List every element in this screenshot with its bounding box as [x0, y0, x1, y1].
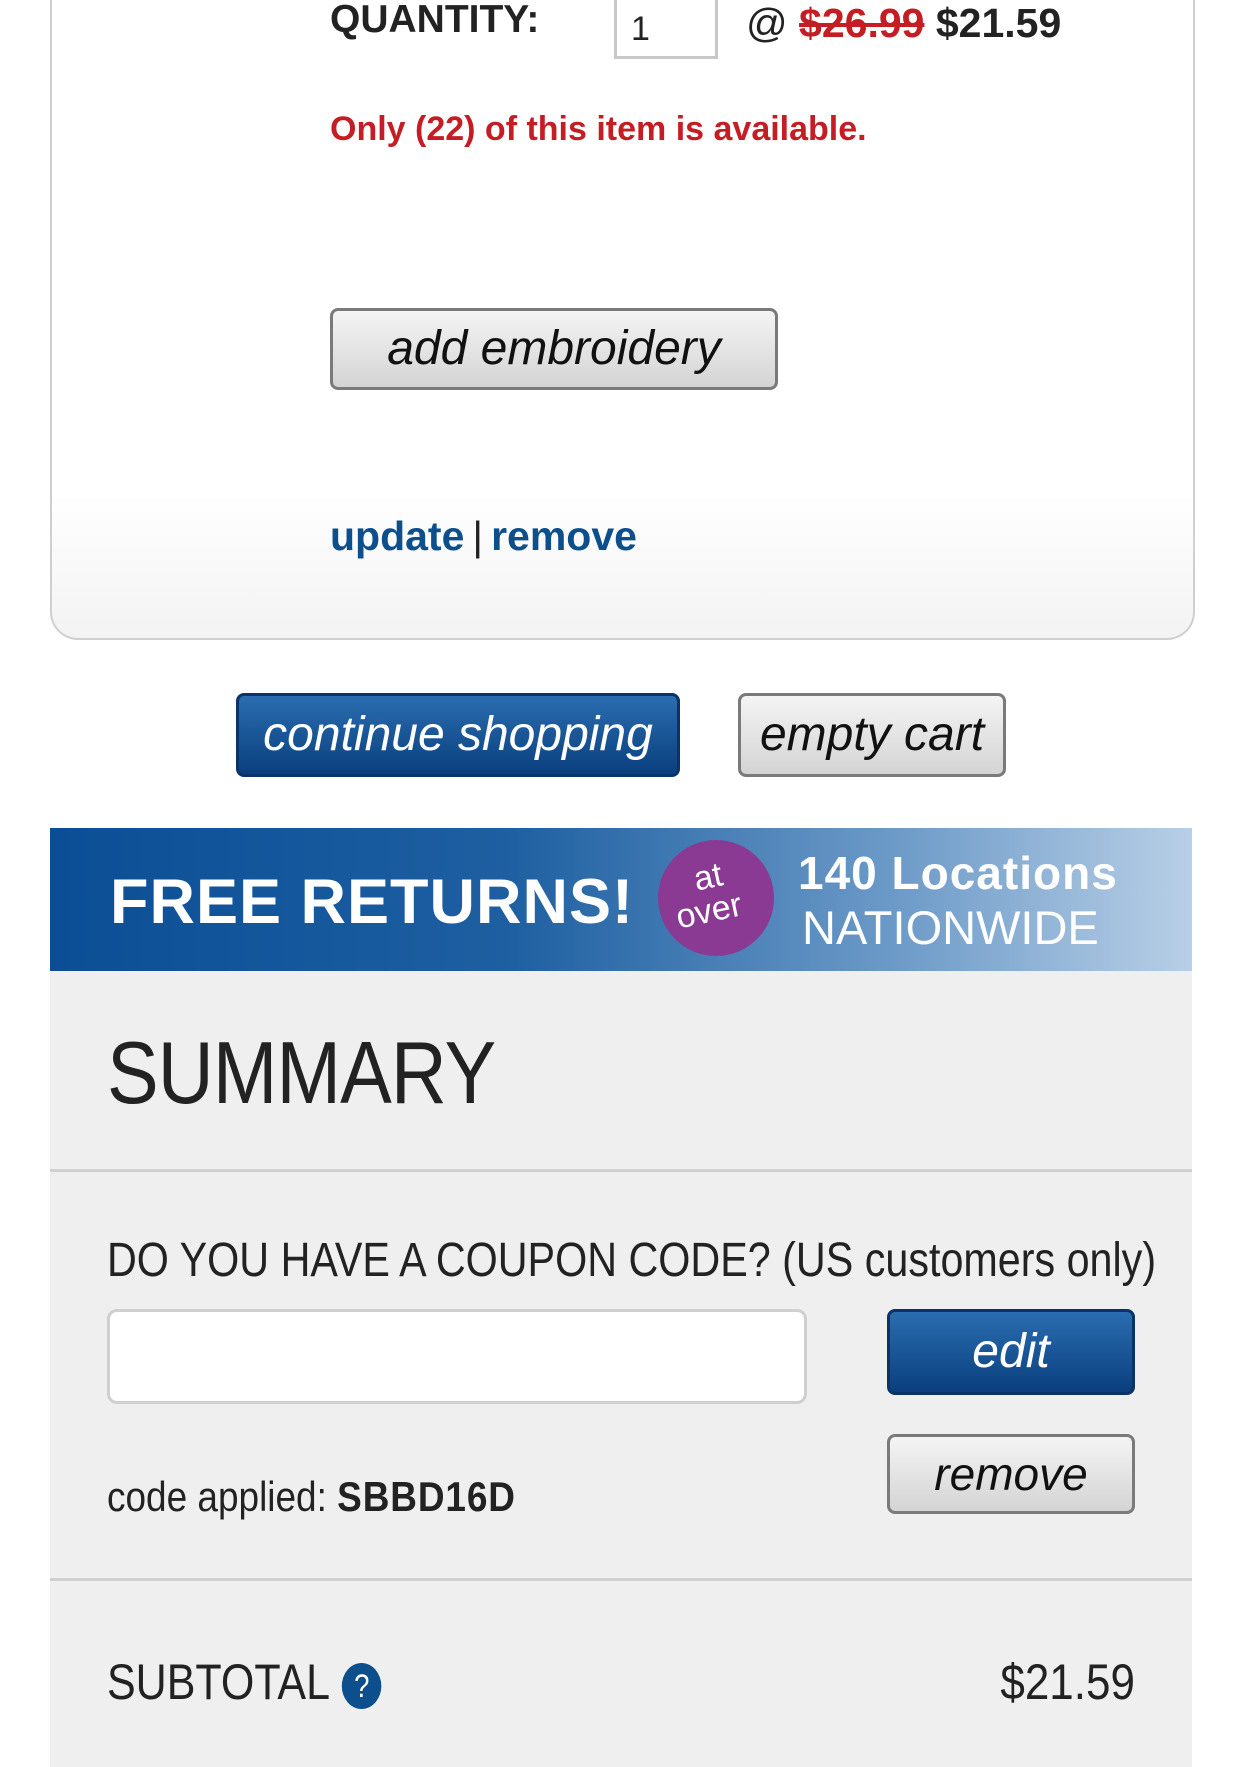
price-line: @ $26.99 $21.59	[746, 0, 1061, 47]
price-at: @	[746, 0, 788, 46]
code-applied-label: code applied:	[107, 1473, 327, 1520]
link-separator: |	[472, 513, 484, 559]
subtotal-label: SUBTOTAL	[107, 1654, 331, 1710]
badge-over: over	[672, 885, 746, 937]
code-applied: code applied: SBBD16D	[107, 1473, 516, 1521]
item-actions: update | remove	[330, 513, 637, 560]
quantity-input[interactable]: 1	[614, 0, 718, 59]
banner-nationwide: NATIONWIDE	[802, 901, 1099, 954]
remove-item-link[interactable]: remove	[491, 513, 637, 559]
continue-shopping-button[interactable]: continue shopping	[236, 693, 680, 777]
subtotal-row: SUBTOTAL?	[107, 1653, 382, 1711]
help-icon[interactable]: ?	[342, 1662, 382, 1709]
banner-locations: 140 Locations	[798, 847, 1118, 899]
sale-price: $21.59	[935, 0, 1062, 46]
order-summary: SUMMARY DO YOU HAVE A COUPON CODE? (US c…	[50, 971, 1192, 1767]
coupon-question: DO YOU HAVE A COUPON CODE? (US customers…	[107, 1234, 1157, 1287]
free-returns-banner[interactable]: FREE RETURNS! at over 140 Locations NATI…	[50, 828, 1192, 971]
quantity-label: QUANTITY:	[330, 0, 540, 41]
subtotal-divider	[50, 1578, 1192, 1581]
summary-divider	[50, 1169, 1192, 1172]
update-link[interactable]: update	[330, 513, 464, 559]
summary-title: SUMMARY	[107, 1023, 496, 1122]
edit-coupon-button[interactable]: edit	[887, 1309, 1135, 1395]
cart-page: QUANTITY: 1 @ $26.99 $21.59 Only (22) of…	[0, 0, 1242, 1767]
banner-title: FREE RETURNS!	[110, 867, 635, 937]
stock-message: Only (22) of this item is available.	[330, 110, 867, 148]
subtotal-value: $21.59	[1000, 1654, 1135, 1710]
add-embroidery-button[interactable]: add embroidery	[330, 308, 778, 390]
coupon-code-input[interactable]	[107, 1309, 807, 1404]
remove-coupon-button[interactable]: remove	[887, 1434, 1135, 1514]
cart-item-card: QUANTITY: 1 @ $26.99 $21.59 Only (22) of…	[50, 0, 1195, 640]
empty-cart-button[interactable]: empty cart	[738, 693, 1006, 777]
original-price: $26.99	[799, 0, 925, 46]
banner-badge: at over	[658, 840, 774, 956]
code-applied-value: SBBD16D	[337, 1473, 516, 1520]
